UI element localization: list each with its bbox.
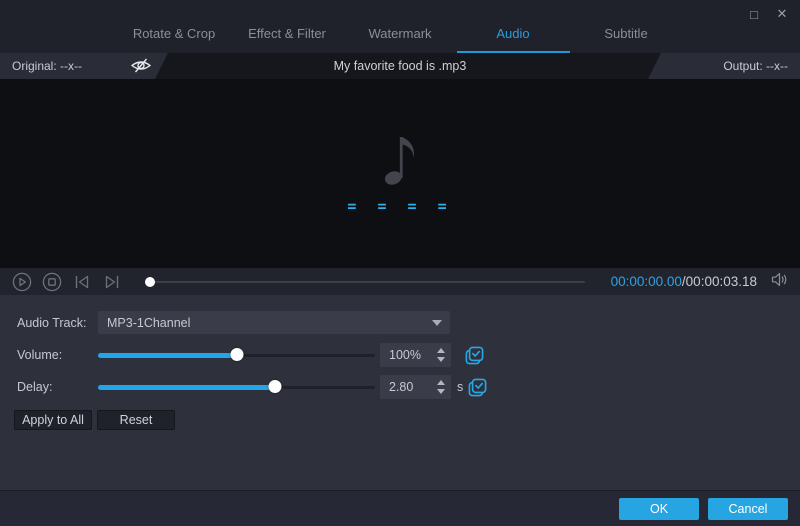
previous-frame-icon <box>75 275 89 288</box>
speaker-icon <box>771 272 787 286</box>
preview-info-bar: My favorite food is .mp3 Original: --x--… <box>0 53 800 79</box>
time-current: 00:00:00.00 <box>610 274 682 289</box>
preview-area: = = = = <box>0 79 800 268</box>
tab-subtitle[interactable]: Subtitle <box>570 26 683 53</box>
volume-apply-toggle[interactable] <box>465 346 484 365</box>
stop-icon <box>42 272 62 291</box>
spin-up-icon[interactable] <box>437 380 445 385</box>
play-icon <box>12 272 32 291</box>
tab-strip: Rotate & Crop Effect & Filter Watermark … <box>118 26 683 53</box>
seek-slider[interactable] <box>145 276 585 288</box>
volume-slider-fill <box>98 353 237 358</box>
output-size-section: Output: --x-- <box>648 53 800 79</box>
ok-button[interactable]: OK <box>619 497 699 520</box>
spin-down-icon[interactable] <box>437 389 445 394</box>
audio-editor-window: Rotate & Crop Effect & Filter Watermark … <box>0 0 800 526</box>
time-display: 00:00:00.00/00:00:03.18 <box>611 274 757 289</box>
delay-spin-arrows <box>437 375 445 399</box>
delay-unit: s <box>457 380 464 394</box>
next-frame-icon <box>105 275 119 288</box>
tab-effect-filter[interactable]: Effect & Filter <box>231 26 344 53</box>
eye-off-icon <box>130 58 152 78</box>
panel-actions-row: Apply to All Reset <box>14 410 175 430</box>
apply-to-all-button[interactable]: Apply to All <box>14 410 92 430</box>
reset-button[interactable]: Reset <box>97 410 175 430</box>
cancel-button[interactable]: Cancel <box>708 497 788 520</box>
delay-spinner[interactable]: 2.80 <box>380 375 451 399</box>
audio-track-value: MP3-1Channel <box>107 315 191 330</box>
volume-value: 100% <box>389 348 421 362</box>
volume-slider-handle[interactable] <box>230 348 243 361</box>
audio-track-label: Audio Track: <box>17 315 87 330</box>
delay-slider-fill <box>98 385 276 390</box>
tab-rotate-crop[interactable]: Rotate & Crop <box>118 26 231 53</box>
audio-track-row: Audio Track: MP3-1Channel <box>17 311 450 334</box>
window-controls: □ ✕ <box>746 6 790 22</box>
mute-button[interactable] <box>771 272 788 292</box>
player-bar: 00:00:00.00/00:00:03.18 <box>0 268 800 295</box>
tab-watermark[interactable]: Watermark <box>344 26 457 53</box>
previous-frame-button[interactable] <box>72 272 92 292</box>
audio-track-dropdown[interactable]: MP3-1Channel <box>98 311 450 334</box>
volume-label: Volume: <box>17 348 63 362</box>
audio-settings-panel: Audio Track: MP3-1Channel Volume: 100% D… <box>0 295 800 490</box>
next-frame-button[interactable] <box>102 272 122 292</box>
chevron-down-icon <box>432 319 442 326</box>
original-size-label: Original: --x-- <box>12 59 83 73</box>
play-button[interactable] <box>12 272 32 292</box>
toggle-preview-button[interactable] <box>130 57 152 79</box>
volume-slider[interactable] <box>98 348 375 362</box>
seek-handle[interactable] <box>145 276 155 287</box>
delay-slider[interactable] <box>98 380 375 394</box>
delay-row: Delay: 2.80 s <box>17 375 487 399</box>
stacked-check-icon <box>465 346 484 364</box>
maximize-icon[interactable]: □ <box>746 6 762 22</box>
volume-spin-arrows <box>437 343 445 367</box>
delay-apply-toggle[interactable] <box>468 378 487 397</box>
close-icon[interactable]: ✕ <box>774 6 790 22</box>
loading-dashes: = = = = <box>347 197 453 215</box>
delay-label: Delay: <box>17 380 53 394</box>
delay-value: 2.80 <box>389 380 414 394</box>
stacked-check-icon <box>468 378 487 396</box>
time-total: 00:00:03.18 <box>685 274 757 289</box>
volume-row: Volume: 100% <box>17 343 484 367</box>
spin-down-icon[interactable] <box>437 357 445 362</box>
output-size-label: Output: --x-- <box>723 59 788 73</box>
tab-audio[interactable]: Audio <box>456 26 570 53</box>
volume-spinner[interactable]: 100% <box>380 343 451 367</box>
stop-button[interactable] <box>42 272 62 292</box>
footer-bar: OK Cancel <box>0 490 800 526</box>
tab-bar: Rotate & Crop Effect & Filter Watermark … <box>0 0 800 53</box>
delay-slider-handle[interactable] <box>268 380 282 393</box>
music-note-icon <box>380 131 422 192</box>
seek-track <box>150 280 585 283</box>
spin-up-icon[interactable] <box>437 348 445 353</box>
